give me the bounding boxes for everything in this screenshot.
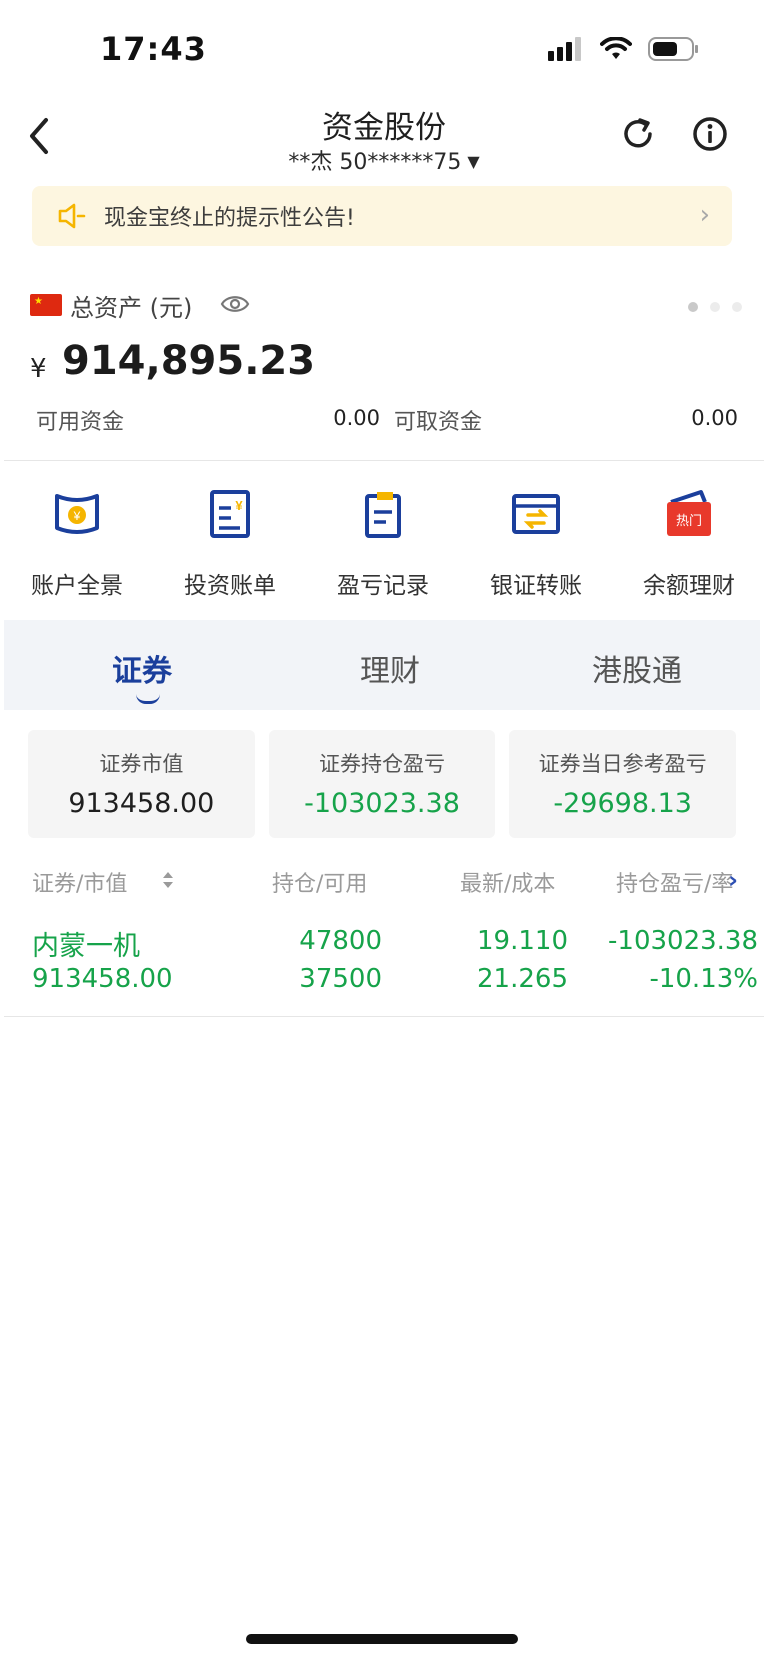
position-pnl-rate: -10.13% xyxy=(649,964,758,994)
total-assets-label: 总资产 (元) xyxy=(70,294,193,322)
home-indicator[interactable] xyxy=(246,1634,518,1644)
position-pnl: -103023.38 xyxy=(608,926,758,956)
status-icons xyxy=(548,36,700,62)
summary-card-position-pnl: 证券持仓盈亏 -103023.38 xyxy=(268,730,496,838)
quick-action-label: 银证转账 xyxy=(490,573,582,599)
summary-value: 913458.00 xyxy=(68,788,215,819)
status-time: 17:43 xyxy=(100,30,207,68)
summary-value: -29698.13 xyxy=(553,788,692,819)
security-market-value: 913458.00 xyxy=(32,964,173,994)
position-qty: 47800 xyxy=(299,926,382,956)
column-header-security[interactable]: 证券/市值 xyxy=(32,866,127,898)
signal-icon xyxy=(548,37,581,61)
holdings-table-header: 证券/市值 持仓/可用 最新/成本 持仓盈亏/率 › xyxy=(0,860,768,900)
summary-label: 证券持仓盈亏 xyxy=(319,752,445,776)
quick-actions: ¥ 账户全景 ¥ 投资账单 盈亏记录 银证转账 热门 余额理财 xyxy=(0,488,768,600)
status-bar: 17:43 xyxy=(0,0,768,100)
battery-icon xyxy=(648,37,698,61)
sort-icon[interactable] xyxy=(162,870,174,890)
divider xyxy=(4,1016,764,1017)
bill-icon: ¥ xyxy=(210,490,250,538)
svg-text:¥: ¥ xyxy=(73,509,81,523)
refresh-icon[interactable] xyxy=(618,114,658,154)
page-dot xyxy=(710,302,720,312)
profit-record-icon xyxy=(365,492,401,538)
quick-action-account-overview[interactable]: ¥ 账户全景 xyxy=(1,488,153,600)
svg-text:¥: ¥ xyxy=(235,498,243,513)
page-dots xyxy=(688,302,742,312)
column-header-position[interactable]: 持仓/可用 xyxy=(272,866,367,898)
column-header-pnl[interactable]: 持仓盈亏/率 xyxy=(616,866,733,898)
category-tabs: 证券 理财 港股通 xyxy=(4,620,760,710)
latest-price: 19.110 xyxy=(477,926,568,956)
page-dot-active xyxy=(688,302,698,312)
available-qty: 37500 xyxy=(299,964,382,994)
quick-action-label: 盈亏记录 xyxy=(337,573,429,599)
quick-action-wallet[interactable]: 热门 余额理财 xyxy=(613,488,765,600)
transfer-icon xyxy=(512,494,560,534)
notice-banner[interactable]: 现金宝终止的提示性公告! › xyxy=(32,186,732,246)
quick-action-transfer[interactable]: 银证转账 xyxy=(460,488,612,600)
chevron-right-icon: › xyxy=(699,200,710,230)
nav-bar: 资金股份 **杰 50******75 ▼ xyxy=(0,100,768,180)
table-row[interactable]: 内蒙一机 913458.00 47800 37500 19.110 21.265… xyxy=(0,920,768,1010)
notice-text: 现金宝终止的提示性公告! xyxy=(104,206,355,231)
quick-action-profit-record[interactable]: 盈亏记录 xyxy=(307,488,459,600)
currency-symbol: ¥ xyxy=(30,354,47,384)
security-name: 内蒙一机 xyxy=(32,931,140,962)
eye-icon[interactable] xyxy=(220,292,250,316)
caret-down-icon: ▼ xyxy=(467,152,480,171)
wifi-icon xyxy=(600,37,632,59)
quick-action-label: 余额理财 xyxy=(643,573,735,599)
total-assets-value: 914,895.23 xyxy=(62,338,316,384)
china-flag-icon: ★ xyxy=(30,294,62,316)
summary-card-market-value: 证券市值 913458.00 xyxy=(28,730,255,838)
wallet-icon: 热门 xyxy=(667,490,711,536)
cost-price: 21.265 xyxy=(477,964,568,994)
summary-card-daily-pnl: 证券当日参考盈亏 -29698.13 xyxy=(509,730,737,838)
info-icon[interactable] xyxy=(690,114,730,154)
quick-action-label: 账户全景 xyxy=(31,573,123,599)
summary-cards: 证券市值 913458.00 证券持仓盈亏 -103023.38 证券当日参考盈… xyxy=(28,730,737,838)
divider xyxy=(4,460,764,461)
quick-action-label: 投资账单 xyxy=(184,573,276,599)
account-overview-icon: ¥ xyxy=(55,494,99,534)
summary-label: 证券当日参考盈亏 xyxy=(538,752,707,776)
tab-wealth[interactable]: 理财 xyxy=(360,646,420,690)
page-dot xyxy=(732,302,742,312)
column-header-price[interactable]: 最新/成本 xyxy=(460,866,555,898)
speaker-icon xyxy=(58,203,86,229)
hot-badge: 热门 xyxy=(676,514,702,529)
quick-action-bill[interactable]: ¥ 投资账单 xyxy=(154,488,306,600)
tab-active-indicator xyxy=(136,694,160,704)
summary-label: 证券市值 xyxy=(99,752,184,776)
withdrawable-funds-value: 0.00 xyxy=(691,406,738,430)
tab-hk-connect[interactable]: 港股通 xyxy=(592,646,682,690)
scroll-right-icon[interactable]: › xyxy=(728,866,738,894)
tab-securities[interactable]: 证券 xyxy=(112,646,172,690)
summary-value: -103023.38 xyxy=(304,788,460,819)
account-number: **杰 50******75 xyxy=(288,150,462,175)
